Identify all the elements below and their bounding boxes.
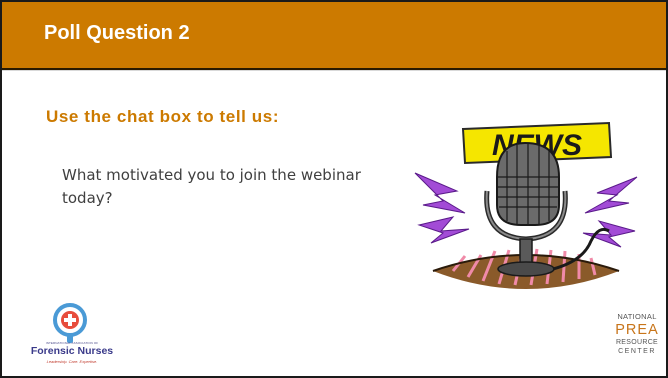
prea-resource-text: RESOURCE: [615, 339, 659, 346]
prea-main-text: PREA: [615, 322, 659, 338]
slide-title: Poll Question 2: [44, 22, 190, 44]
iafn-tagline: Leadership. Care. Expertise.: [46, 359, 98, 364]
title-bar: Poll Question 2: [2, 2, 666, 70]
magnifying-glass-cross-icon: [53, 303, 87, 343]
prea-national-text: NATIONAL: [617, 312, 657, 321]
news-microphone-clipart: NEWS: [414, 121, 638, 289]
title-divider: [2, 70, 666, 71]
prea-logo: NATIONAL PREA RESOURCE CENTER: [612, 312, 662, 372]
iafn-name: Forensic Nurses: [30, 345, 114, 357]
slide: Poll Question 2 Use the chat box to tell…: [0, 0, 668, 378]
slide-body-text: What motivated you to join the webinar t…: [62, 166, 361, 207]
slide-heading: Use the chat box to tell us:: [46, 107, 280, 126]
prea-center-text: CENTER: [618, 348, 656, 355]
iafn-logo: INTERNATIONAL ASSOCIATION OF Forensic Nu…: [24, 302, 120, 372]
